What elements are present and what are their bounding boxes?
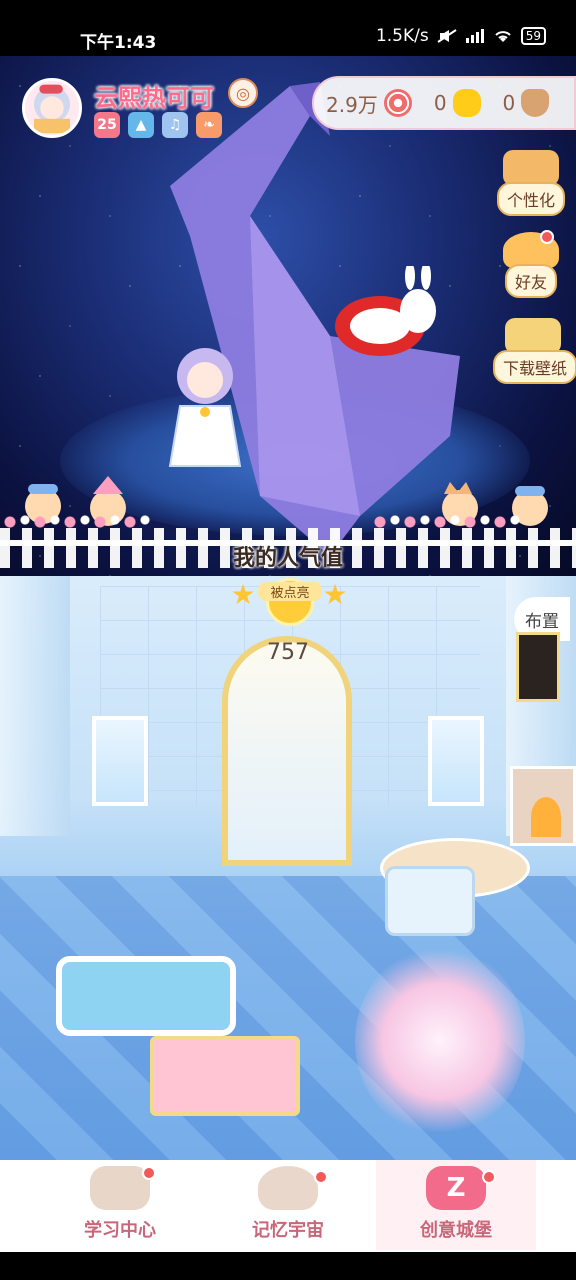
- cellular-signal-icon: [465, 29, 484, 43]
- bathtub: [56, 956, 236, 1036]
- username: 云熙热可可: [94, 84, 214, 112]
- system-home-bar: [0, 1252, 576, 1280]
- portrait-frame: [516, 632, 560, 702]
- creative-castle-icon: Z: [426, 1166, 486, 1210]
- status-bar: 下午1:43 1.5K/s 59: [0, 0, 576, 56]
- basket-amount: 0: [502, 91, 516, 115]
- music-note-icon: ♫: [162, 112, 188, 138]
- fireplace: [510, 766, 576, 846]
- window-left: [92, 716, 148, 806]
- personalize-button[interactable]: 个性化: [496, 150, 566, 216]
- memory-universe-icon: [258, 1166, 318, 1210]
- koi-fish-icon: ❧: [196, 112, 222, 138]
- user-badges: 25 ▲ ♫ ❧: [94, 112, 222, 138]
- popularity-badge[interactable]: 被点亮: [236, 578, 344, 638]
- network-speed: 1.5K/s: [375, 26, 429, 46]
- curtain-left: [0, 576, 70, 836]
- popularity-title: 我的人气值: [232, 546, 343, 571]
- personalize-icon: [503, 150, 559, 186]
- nav-creative-castle[interactable]: Z 创意城堡: [376, 1160, 536, 1250]
- rabbit-hat: [335, 266, 436, 356]
- nav-study-center[interactable]: 学习中心: [40, 1160, 200, 1250]
- gold-nugget-amount: 0: [433, 91, 447, 115]
- window-right: [428, 716, 484, 806]
- fairy-character[interactable]: [355, 946, 525, 1136]
- nav-memory-universe[interactable]: 记忆宇宙: [208, 1160, 368, 1250]
- user-avatar[interactable]: [22, 78, 82, 138]
- app-screen: 下午1:43 1.5K/s 59 云熙热可可 ◎ 25 ▲ ♫ ❧ 2.9万 0…: [0, 0, 576, 1280]
- lollipop-icon: [383, 89, 412, 117]
- arched-door: [222, 636, 352, 866]
- battery-icon: 59: [520, 27, 546, 45]
- currency-bar[interactable]: 2.9万 0 0: [312, 76, 576, 130]
- lollipop-amount: 2.9万: [326, 92, 378, 117]
- notification-dot: [142, 1166, 156, 1180]
- study-center-icon: [90, 1166, 150, 1210]
- tv-screen: [385, 866, 475, 936]
- bed: [150, 1036, 300, 1116]
- cake-badge-icon: ▲: [128, 112, 154, 138]
- mute-icon: [437, 29, 457, 43]
- basket-icon: [521, 89, 550, 117]
- notification-dot: [540, 230, 554, 244]
- notification-dot: [482, 1170, 496, 1184]
- character-girl[interactable]: [160, 336, 270, 476]
- status-time: 下午1:43: [80, 33, 157, 53]
- friends-button[interactable]: 好友: [496, 230, 566, 298]
- notification-dot: [314, 1170, 328, 1184]
- wifi-icon: [495, 31, 511, 42]
- donut-icon[interactable]: ◎: [228, 78, 258, 108]
- download-wallpaper-button[interactable]: 下载壁纸: [493, 318, 576, 384]
- gold-nugget-icon: [452, 89, 481, 117]
- badge-caption: 被点亮: [258, 582, 322, 601]
- wallpaper-icon: [505, 318, 561, 354]
- popularity-count: 757: [267, 640, 309, 665]
- level-badge: 25: [94, 112, 120, 138]
- character-scene[interactable]: [0, 56, 576, 576]
